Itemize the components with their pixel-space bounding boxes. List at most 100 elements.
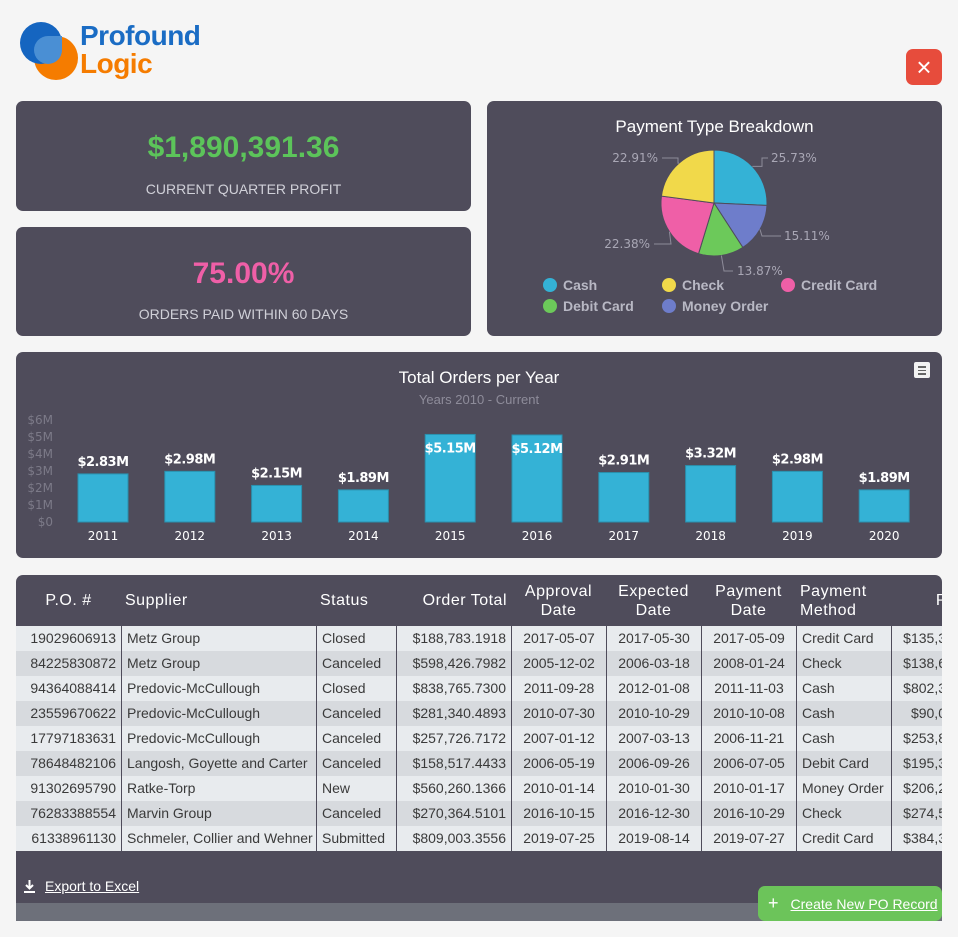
column-header[interactable]: Supplier <box>125 575 312 626</box>
legend-item-check[interactable]: Check <box>662 277 724 293</box>
kpi-profit-label: CURRENT QUARTER PROFIT <box>145 181 342 197</box>
bar-2017[interactable] <box>598 472 650 523</box>
table-cell: Canceled <box>316 751 396 776</box>
payment-type-panel: Payment Type Breakdown 25.73% 15.11% 13.87… <box>487 101 942 336</box>
table-cell: 2011-11-03 <box>701 676 796 701</box>
table-cell: $138,6 <box>891 651 942 676</box>
table-cell: 2019-07-27 <box>701 826 796 851</box>
table-row[interactable]: 91302695790 Ratke-Torp New $560,260.1366 201… <box>16 776 942 801</box>
table-row[interactable]: 19029606913 Metz Group Closed $188,783.1918… <box>16 626 942 651</box>
table-row[interactable]: 76283388554 Marvin Group Canceled $270,364.… <box>16 801 942 826</box>
table-cell: Check <box>796 801 891 826</box>
close-button[interactable]: × <box>906 49 942 85</box>
table-cell: $90,0 <box>891 701 942 726</box>
create-new-po-button[interactable]: + Create New PO Record <box>758 886 942 921</box>
table-cell: 2008-01-24 <box>701 651 796 676</box>
legend-item-debit-card[interactable]: Debit Card <box>543 298 634 314</box>
table-cell: Closed <box>316 676 396 701</box>
column-header[interactable]: Status <box>320 575 392 626</box>
x-tick-label: 2015 <box>435 529 466 543</box>
table-cell: New <box>316 776 396 801</box>
table-cell: $206,2 <box>891 776 942 801</box>
bar-data-label: $1.89M <box>338 471 389 486</box>
table-cell: 2007-01-12 <box>511 726 606 751</box>
table-cell: $560,260.1366 <box>396 776 511 801</box>
bar-2019[interactable] <box>771 470 823 523</box>
table-cell: 2006-11-21 <box>701 726 796 751</box>
plus-icon: + <box>768 893 779 913</box>
table-cell: 2007-03-13 <box>606 726 701 751</box>
table-cell: $253,8 <box>891 726 942 751</box>
table-row[interactable]: 61338961130 Schmeler, Collier and Wehner S… <box>16 826 942 851</box>
legend-label: Check <box>682 277 725 293</box>
x-tick-label: 2016 <box>522 529 553 543</box>
table-cell: $135,3 <box>891 626 942 651</box>
legend-item-credit-card[interactable]: Credit Card <box>781 277 877 293</box>
table-cell: 2010-10-08 <box>701 701 796 726</box>
x-tick-label: 2011 <box>88 529 119 543</box>
x-tick-label: 2018 <box>695 529 726 543</box>
column-header[interactable]: P <box>895 575 942 626</box>
bar-2014[interactable] <box>337 489 389 523</box>
legend-dot <box>662 278 676 292</box>
table-cell: Money Order <box>796 776 891 801</box>
table-cell: Credit Card <box>796 826 891 851</box>
pie-connector <box>720 255 733 272</box>
table-cell: $195,3 <box>891 751 942 776</box>
table-cell: $281,340.4893 <box>396 701 511 726</box>
table-cell: 2019-07-25 <box>511 826 606 851</box>
legend-dot <box>781 278 795 292</box>
table-cell: Cash <box>796 676 891 701</box>
table-cell: Closed <box>316 626 396 651</box>
table-cell: 2010-01-17 <box>701 776 796 801</box>
table-cell: 17797183631 <box>30 730 116 746</box>
bar-2011[interactable] <box>77 473 129 523</box>
download-icon <box>24 879 35 893</box>
table-cell: $802,3 <box>891 676 942 701</box>
table-row[interactable]: 78648482106 Langosh, Goyette and Carter Ca… <box>16 751 942 776</box>
table-cell: Schmeler, Collier and Wehner <box>121 826 316 851</box>
bar-2013[interactable] <box>251 484 303 523</box>
legend-item-money-order[interactable]: Money Order <box>662 298 768 314</box>
table-row[interactable]: 94364088414 Predovic-McCullough Closed $838… <box>16 676 942 701</box>
legend-item-cash[interactable]: Cash <box>543 277 597 293</box>
pie-slice-cash[interactable] <box>713 149 768 206</box>
bar-data-label: $3.32M <box>685 447 736 462</box>
bar-2020[interactable] <box>858 489 910 523</box>
table-cell: Metz Group <box>121 651 316 676</box>
export-to-excel-link[interactable]: Export to Excel <box>24 878 139 894</box>
column-header[interactable]: Payment Date <box>705 575 792 626</box>
table-row[interactable]: 84225830872 Metz Group Canceled $598,426.79… <box>16 651 942 676</box>
logo-overlap <box>34 36 62 64</box>
y-tick-label: $2M <box>27 481 53 495</box>
table-cell: 61338961130 <box>31 830 116 846</box>
table-cell: 78648482106 <box>30 755 116 771</box>
table-cell: 2010-10-29 <box>606 701 701 726</box>
table-cell: 2006-03-18 <box>606 651 701 676</box>
table-cell: $158,517.4433 <box>396 751 511 776</box>
y-tick-label: $6M <box>27 413 53 427</box>
table-cell: 2011-09-28 <box>511 676 606 701</box>
kpi-paid-value: 75.00% <box>192 257 295 290</box>
table-cell: $270,364.5101 <box>396 801 511 826</box>
x-tick-label: 2019 <box>782 529 813 543</box>
column-header[interactable]: Order Total <box>400 575 507 626</box>
po-grid: P.O. # Supplier Status Order Total Approval … <box>16 575 942 921</box>
table-cell: $274,5 <box>891 801 942 826</box>
table-row[interactable]: 17797183631 Predovic-McCullough Canceled $2… <box>16 726 942 751</box>
bar-data-label: $2.15M <box>251 466 302 481</box>
table-cell: 2019-08-14 <box>606 826 701 851</box>
legend-label: Cash <box>563 277 598 293</box>
column-header[interactable]: Expected Date <box>610 575 697 626</box>
column-header[interactable]: P.O. # <box>20 575 117 626</box>
table-cell: Credit Card <box>796 626 891 651</box>
bar-2012[interactable] <box>164 470 216 523</box>
table-row[interactable]: 23559670622 Predovic-McCullough Canceled $2… <box>16 701 942 726</box>
bar-data-label: $5.15M <box>425 441 476 456</box>
y-tick-label: $1M <box>27 498 53 512</box>
legend-dot <box>543 299 557 313</box>
bar-2018[interactable] <box>685 465 737 523</box>
x-tick-label: 2020 <box>869 529 900 543</box>
column-header[interactable]: Approval Date <box>515 575 602 626</box>
column-header[interactable]: Payment Method <box>800 575 887 626</box>
